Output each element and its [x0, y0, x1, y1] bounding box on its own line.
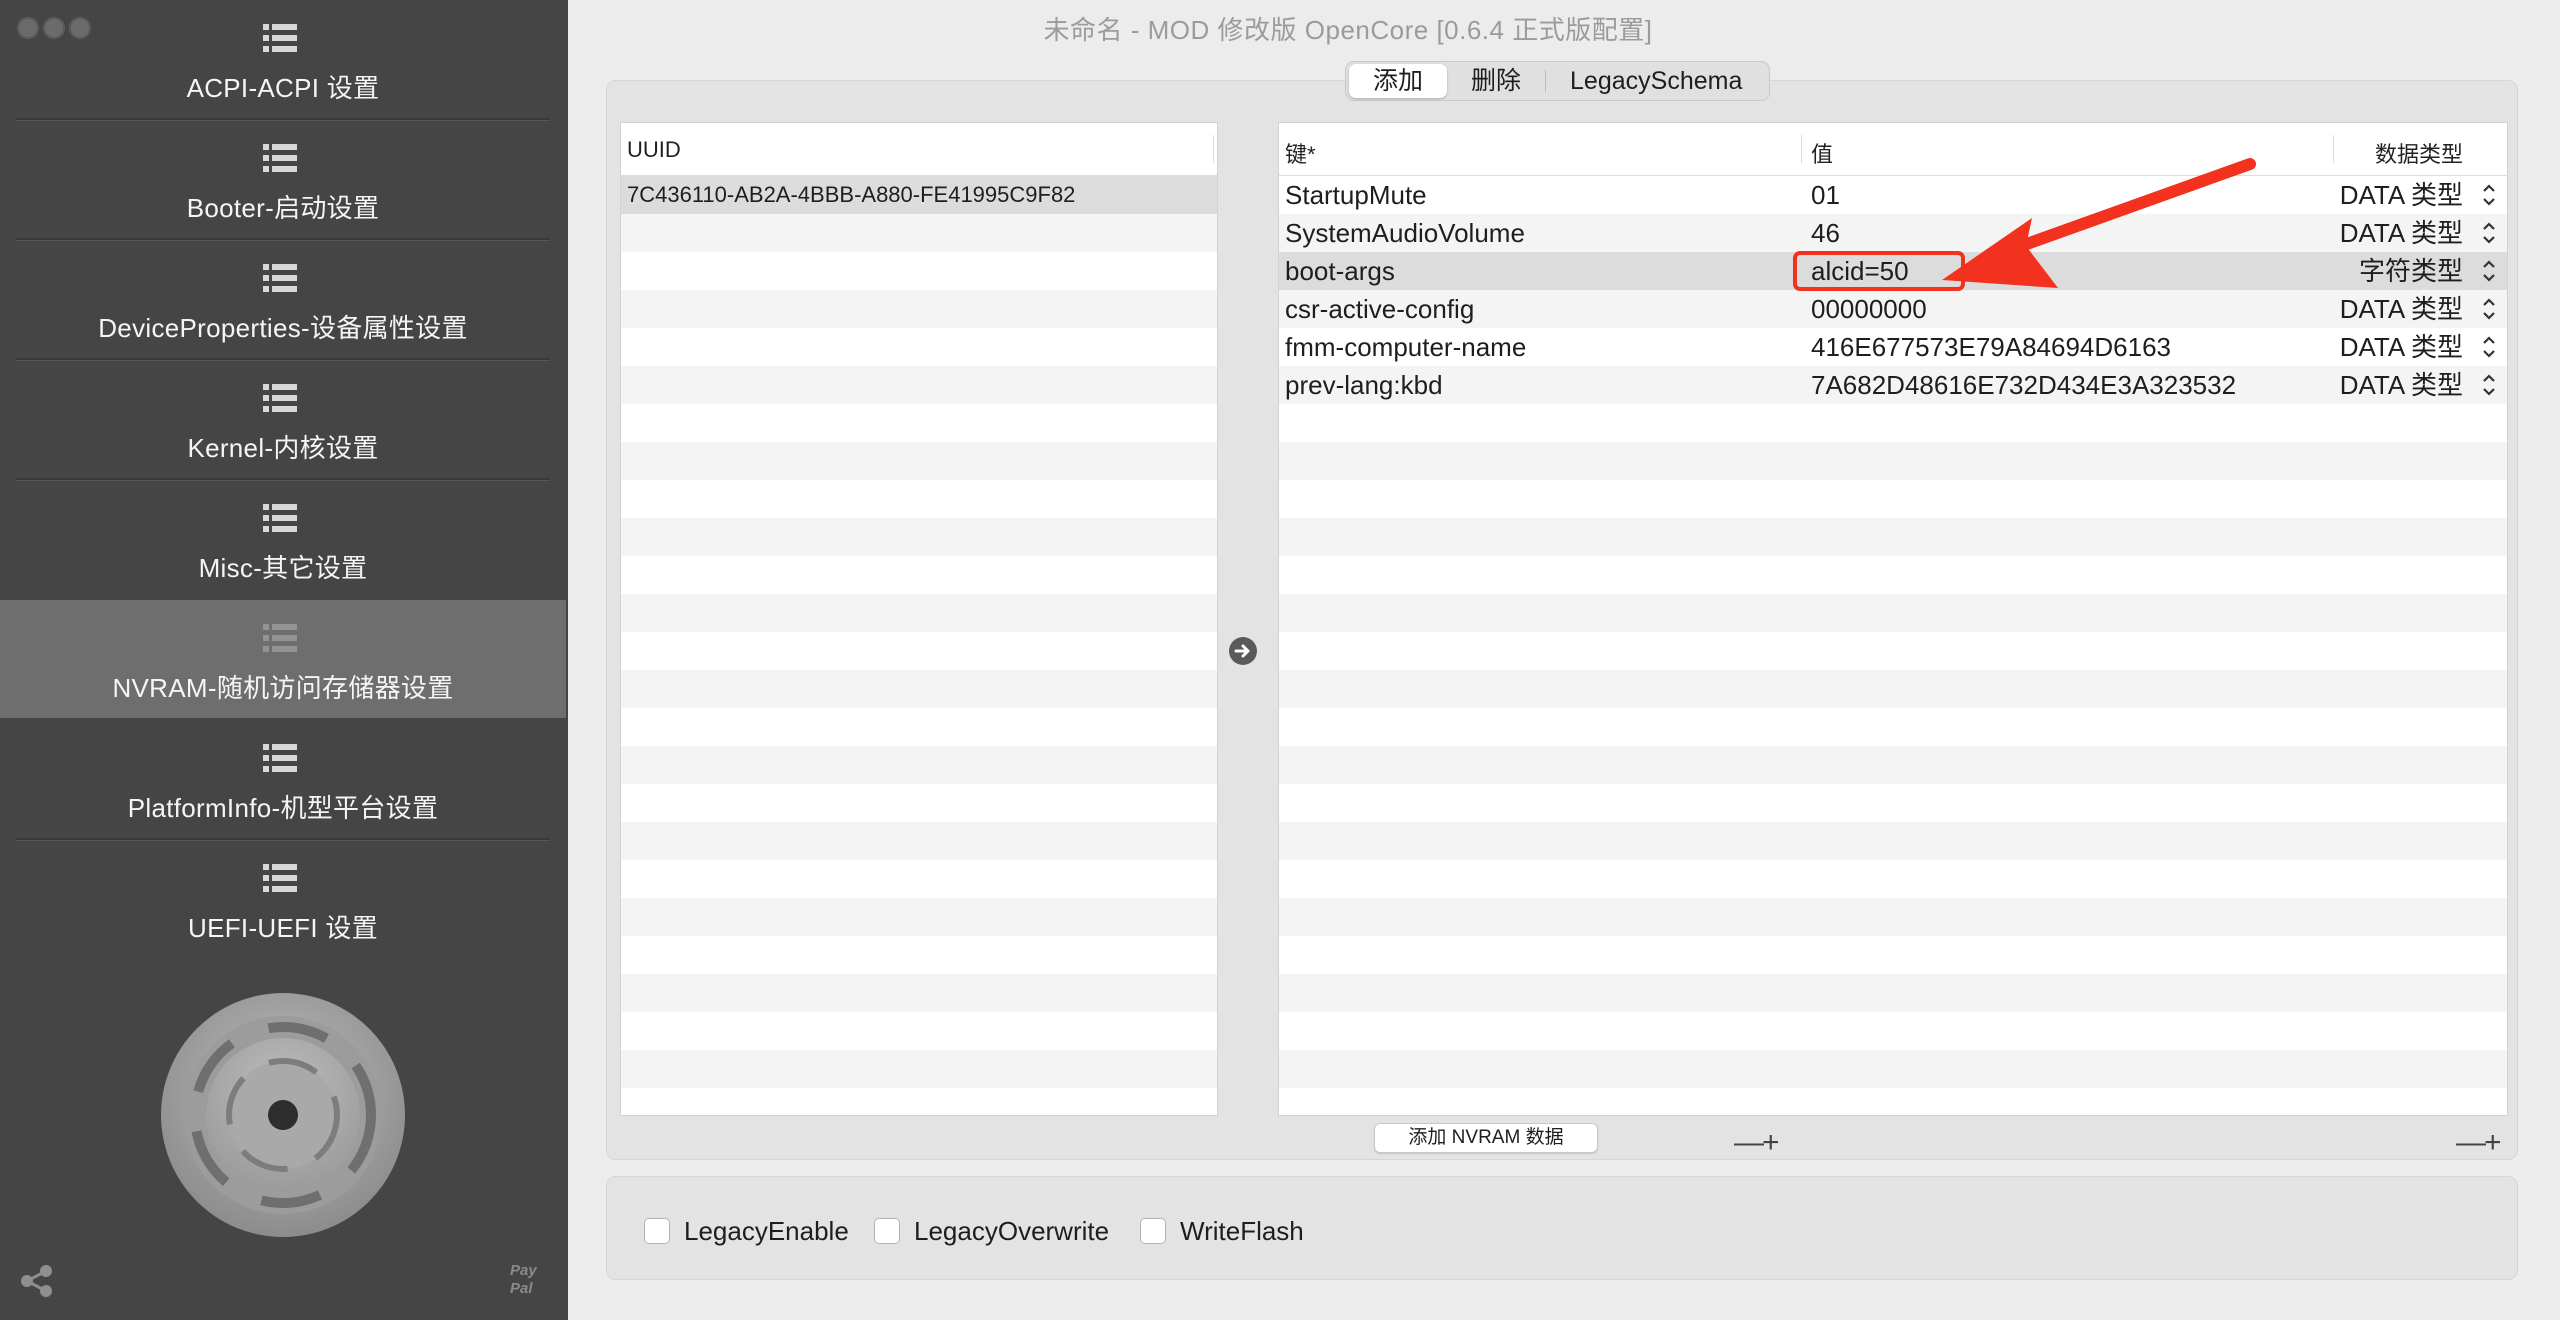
legacyenable-checkbox[interactable]: LegacyEnable	[644, 1216, 849, 1246]
add-entry-button[interactable]: +	[2484, 1128, 2502, 1158]
list-icon	[263, 624, 297, 652]
list-icon	[263, 744, 297, 772]
updown-chevron-icon[interactable]	[2479, 214, 2499, 252]
type-select[interactable]: DATA 类型	[2340, 176, 2463, 214]
table-row[interactable]: SystemAudioVolume 46 DATA 类型	[1279, 214, 2507, 252]
arrow-right-circle-icon[interactable]	[1228, 636, 1258, 666]
checkbox-label: LegacyOverwrite	[914, 1215, 1110, 1246]
uuid-column-header[interactable]: UUID	[627, 137, 681, 163]
add-nvram-button[interactable]: 添加 NVRAM 数据	[1374, 1123, 1598, 1153]
sidebar-item-label: Kernel-内核设置	[187, 433, 379, 463]
add-uuid-button[interactable]: +	[1762, 1128, 1780, 1158]
sidebar-item-nvram[interactable]: NVRAM-随机访问存储器设置	[0, 600, 566, 718]
key-cell[interactable]: SystemAudioVolume	[1285, 214, 1525, 252]
sidebar-item-label: UEFI-UEFI 设置	[188, 913, 378, 943]
tab-delete[interactable]: 删除	[1447, 64, 1545, 98]
annotation-arrow-icon	[1942, 158, 2256, 288]
table-header: 键* 值 数据类型	[1279, 123, 2507, 176]
paypal-logo[interactable]: Pay Pal	[510, 1262, 544, 1302]
nvram-rows: StartupMute 01 DATA 类型 SystemAudioVolume…	[1279, 176, 2507, 1115]
sidebar-item-label: Misc-其它设置	[198, 553, 368, 583]
value-cell[interactable]: 46	[1811, 214, 1840, 252]
tab-legacyschema[interactable]: LegacySchema	[1546, 64, 1766, 98]
remove-uuid-button[interactable]: —	[1734, 1128, 1764, 1158]
table-row[interactable]: csr-active-config 00000000 DATA 类型	[1279, 290, 2507, 328]
divider	[1213, 135, 1214, 163]
type-select[interactable]: 字符类型	[2359, 252, 2463, 290]
type-column-header[interactable]: 数据类型	[2375, 137, 2463, 169]
sidebar-item-platforminfo[interactable]: PlatformInfo-机型平台设置	[0, 720, 566, 838]
sidebar-item-acpi[interactable]: ACPI-ACPI 设置	[0, 0, 566, 118]
sidebar-item-label: Booter-启动设置	[186, 193, 380, 223]
list-icon	[263, 144, 297, 172]
updown-chevron-icon[interactable]	[2479, 328, 2499, 366]
divider	[1801, 135, 1802, 163]
updown-chevron-icon[interactable]	[2479, 290, 2499, 328]
sidebar-item-label: DeviceProperties-设备属性设置	[98, 313, 468, 343]
sidebar-item-device-properties[interactable]: DeviceProperties-设备属性设置	[0, 240, 566, 358]
table-row[interactable]: fmm-computer-name 416E677573E79A84694D61…	[1279, 328, 2507, 366]
list-icon	[263, 864, 297, 892]
key-cell[interactable]: boot-args	[1285, 252, 1395, 290]
table-row[interactable]: StartupMute 01 DATA 类型	[1279, 176, 2507, 214]
uuid-table: UUID 7C436110-AB2A-4BBB-A880-FE41995C9F8…	[620, 122, 1218, 1116]
sidebar: ACPI-ACPI 设置 Booter-启动设置 DevicePropertie…	[0, 0, 568, 1320]
updown-chevron-icon[interactable]	[2479, 366, 2499, 404]
list-icon	[263, 504, 297, 532]
share-icon[interactable]	[20, 1264, 54, 1298]
remove-entry-button[interactable]: —	[2456, 1128, 2486, 1158]
key-cell[interactable]: csr-active-config	[1285, 290, 1474, 328]
sidebar-item-label: ACPI-ACPI 设置	[186, 73, 380, 103]
writeflash-checkbox[interactable]: WriteFlash	[1140, 1216, 1304, 1246]
updown-chevron-icon[interactable]	[2479, 252, 2499, 290]
key-cell[interactable]: StartupMute	[1285, 176, 1427, 214]
divider	[2333, 135, 2334, 163]
value-cell[interactable]: 7A682D48616E732D434E3A323532	[1811, 366, 2236, 404]
checkbox-box[interactable]	[644, 1218, 670, 1244]
main-area: 未命名 - MOD 修改版 OpenCore [0.6.4 正式版配置] 添加 …	[568, 0, 2560, 1320]
checkbox-box[interactable]	[874, 1218, 900, 1244]
sidebar-item-booter[interactable]: Booter-启动设置	[0, 120, 566, 238]
value-cell[interactable]: 416E677573E79A84694D6163	[1811, 328, 2171, 366]
key-column-header[interactable]: 键*	[1285, 137, 1316, 169]
legacyoverwrite-checkbox[interactable]: LegacyOverwrite	[874, 1216, 1109, 1246]
segmented-tabs: 添加 删除 LegacySchema	[1345, 61, 1771, 101]
sidebar-item-label: NVRAM-随机访问存储器设置	[112, 673, 454, 703]
value-column-header[interactable]: 值	[1811, 137, 1833, 169]
sidebar-item-misc[interactable]: Misc-其它设置	[0, 480, 566, 598]
checkbox-label: LegacyEnable	[684, 1215, 849, 1246]
key-cell[interactable]: prev-lang:kbd	[1285, 366, 1443, 404]
list-icon	[263, 24, 297, 52]
sidebar-item-kernel[interactable]: Kernel-内核设置	[0, 360, 566, 478]
list-icon	[263, 264, 297, 292]
updown-chevron-icon[interactable]	[2479, 176, 2499, 214]
tab-add[interactable]: 添加	[1349, 64, 1448, 98]
type-select[interactable]: DATA 类型	[2340, 366, 2463, 404]
opencore-gear-icon	[161, 993, 405, 1237]
key-cell[interactable]: fmm-computer-name	[1285, 328, 1526, 366]
sidebar-item-label: PlatformInfo-机型平台设置	[127, 793, 439, 823]
type-select[interactable]: DATA 类型	[2340, 214, 2463, 252]
checkbox-box[interactable]	[1140, 1218, 1166, 1244]
window-title: 未命名 - MOD 修改版 OpenCore [0.6.4 正式版配置]	[1043, 15, 1653, 45]
sidebar-item-uefi[interactable]: UEFI-UEFI 设置	[0, 840, 566, 958]
table-header: UUID	[621, 123, 1217, 176]
value-cell[interactable]: 00000000	[1811, 290, 1927, 328]
uuid-rows: 7C436110-AB2A-4BBB-A880-FE41995C9F82	[621, 176, 1217, 1115]
value-cell[interactable]: 01	[1811, 176, 1840, 214]
type-select[interactable]: DATA 类型	[2340, 290, 2463, 328]
list-icon	[263, 384, 297, 412]
type-select[interactable]: DATA 类型	[2340, 328, 2463, 366]
table-row[interactable]: 7C436110-AB2A-4BBB-A880-FE41995C9F82	[621, 176, 1217, 214]
checkbox-label: WriteFlash	[1180, 1215, 1304, 1246]
table-row[interactable]: prev-lang:kbd 7A682D48616E732D434E3A3235…	[1279, 366, 2507, 404]
